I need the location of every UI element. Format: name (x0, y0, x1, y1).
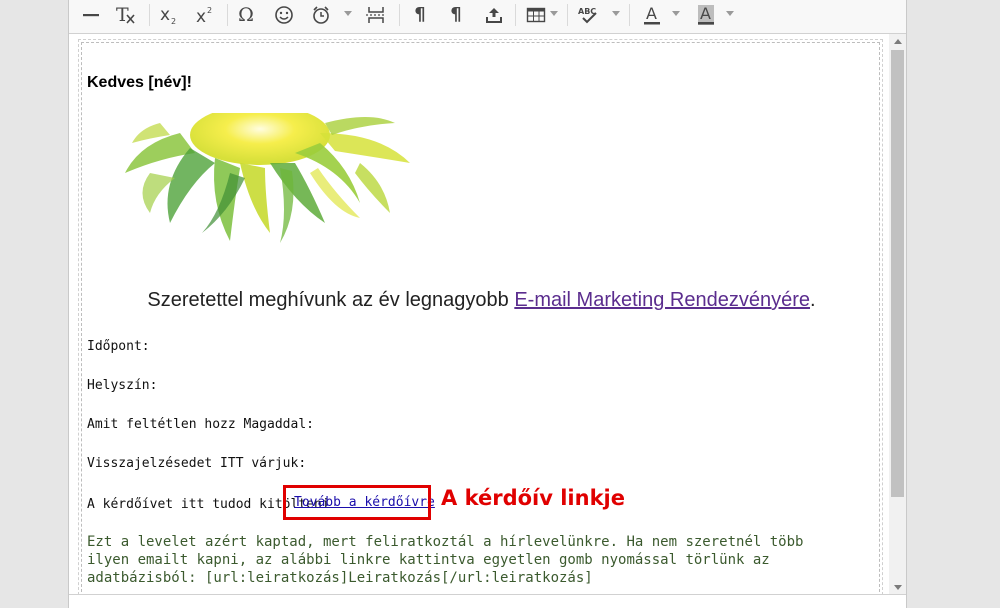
greeting-heading: Kedves [név]! (87, 74, 192, 91)
background-color-icon[interactable]: A (693, 0, 719, 30)
field-bring: Amit feltétlen hozz Magaddal: (87, 417, 314, 432)
field-feedback: Visszajelzésedet ITT várjuk: (87, 456, 307, 471)
svg-text:A: A (700, 4, 711, 23)
bg-color-dropdown-arrow[interactable] (725, 0, 735, 26)
smiley-icon[interactable] (271, 0, 297, 30)
horizontal-line-icon[interactable] (79, 0, 103, 30)
invitation-text: Szeretettel meghívunk az év legnagyobb (147, 289, 515, 311)
vertical-scrollbar[interactable] (889, 34, 906, 594)
editor-statusbar (69, 594, 906, 608)
annotation-label: A kérdőív linkje (441, 486, 625, 510)
spellcheck-icon[interactable]: ABC (575, 0, 603, 30)
table-icon[interactable] (523, 0, 549, 30)
svg-text:A: A (646, 4, 657, 23)
scroll-down-arrow[interactable] (889, 580, 906, 594)
toolbar-separator (515, 4, 516, 26)
paragraph-icon[interactable]: ¶ (407, 0, 433, 30)
page-break-icon[interactable] (363, 0, 389, 30)
subscript-icon[interactable]: x 2 (157, 0, 183, 30)
omega-glyph: Ω (238, 3, 254, 26)
email-body[interactable]: Kedves [név]! Szeretettel meghívunk az é… (78, 39, 883, 605)
paragraph-rtl-icon[interactable]: ¶ (443, 0, 469, 30)
svg-text:x: x (160, 5, 170, 25)
toolbar-separator (567, 4, 568, 26)
toolbar-separator (629, 4, 630, 26)
rich-text-editor: T x 2 x 2 Ω ¶ ¶ ABC A A Kedves [név]! Sz… (68, 0, 907, 608)
unsubscribe-footer: Ezt a levelet azért kaptad, mert felirat… (87, 534, 804, 586)
spellcheck-dropdown-arrow[interactable] (611, 0, 621, 26)
toolbar-separator (149, 4, 150, 26)
alarm-dropdown-arrow[interactable] (343, 0, 353, 26)
alarm-clock-icon[interactable] (309, 0, 333, 30)
floral-banner-image (125, 113, 410, 243)
omega-icon[interactable]: Ω (233, 0, 259, 30)
text-color-dropdown-arrow[interactable] (671, 0, 681, 26)
field-location: Helyszín: (87, 378, 158, 393)
svg-text:2: 2 (171, 17, 176, 26)
event-link[interactable]: E-mail Marketing Rendezvényére (514, 289, 810, 311)
editor-toolbar: T x 2 x 2 Ω ¶ ¶ ABC A A (69, 0, 906, 34)
text-color-icon[interactable]: A (639, 0, 665, 30)
paragraph-ltr-glyph: ¶ (414, 4, 426, 25)
editor-content-area[interactable]: Kedves [név]! Szeretettel meghívunk az é… (69, 34, 906, 605)
scroll-up-arrow[interactable] (889, 34, 906, 48)
table-dropdown-arrow[interactable] (549, 0, 559, 26)
svg-text:x: x (196, 7, 206, 26)
superscript-icon[interactable]: x 2 (193, 0, 219, 30)
field-time: Időpont: (87, 339, 150, 354)
annotation-highlight-box (283, 485, 431, 520)
upload-icon[interactable] (481, 0, 507, 30)
toolbar-separator (399, 4, 400, 26)
invitation-end: . (810, 289, 816, 311)
svg-text:2: 2 (207, 6, 212, 15)
scroll-thumb[interactable] (891, 50, 904, 497)
remove-format-icon[interactable]: T (113, 0, 139, 30)
invitation-line: Szeretettel meghívunk az év legnagyobb E… (82, 289, 881, 312)
toolbar-separator (227, 4, 228, 26)
paragraph-rtl-glyph: ¶ (450, 4, 462, 25)
